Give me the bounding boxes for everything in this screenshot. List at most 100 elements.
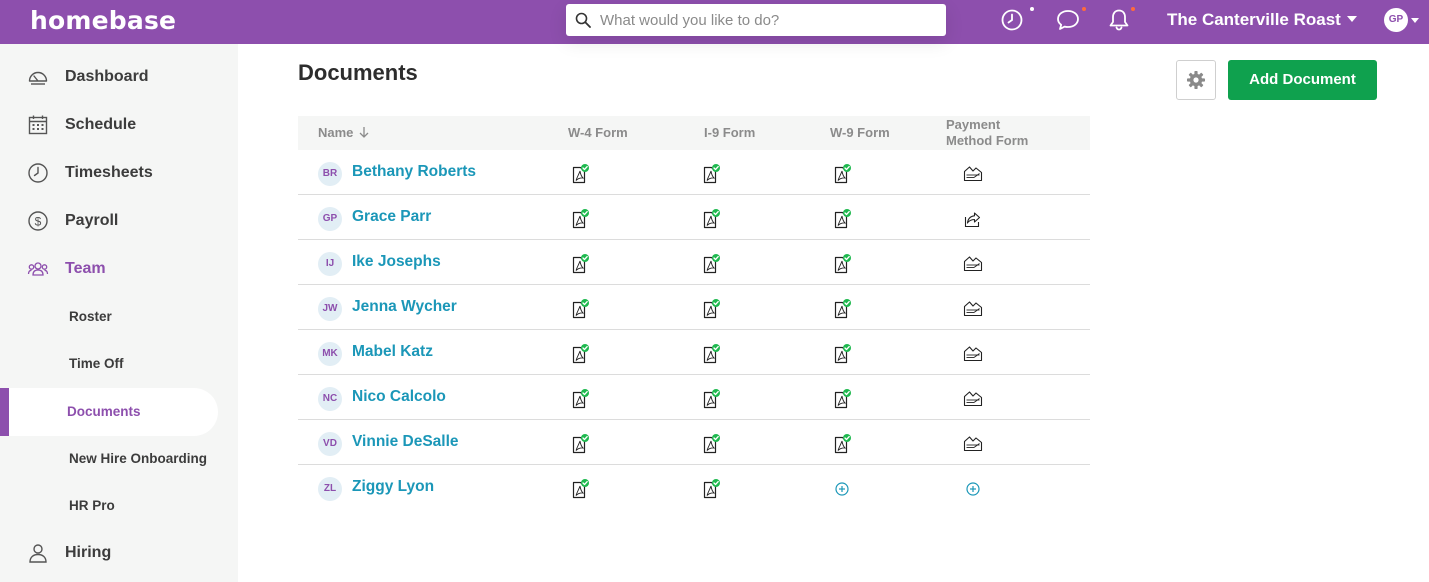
payment-check-icon[interactable] bbox=[962, 343, 984, 365]
column-header-payment-line2: Method Form bbox=[946, 133, 1029, 148]
location-name: The Canterville Roast bbox=[1167, 10, 1341, 29]
i9-completed-document-icon[interactable] bbox=[700, 433, 722, 455]
sidebar-item-payroll[interactable]: $ Payroll bbox=[0, 201, 238, 241]
employee-name-link[interactable]: Bethany Roberts bbox=[352, 163, 476, 181]
sidebar-subitem-time-off[interactable]: Time Off bbox=[0, 344, 238, 384]
user-menu-chevron-icon[interactable] bbox=[1411, 18, 1419, 23]
w9-completed-document-icon[interactable] bbox=[831, 208, 853, 230]
timeclock-icon[interactable] bbox=[999, 7, 1025, 33]
w9-completed-document-icon[interactable] bbox=[831, 253, 853, 275]
w9-completed-document-icon[interactable] bbox=[831, 298, 853, 320]
w9-completed-document-icon[interactable] bbox=[831, 388, 853, 410]
gear-icon bbox=[1187, 71, 1205, 89]
employee-avatar: JW bbox=[318, 297, 342, 321]
active-indicator bbox=[0, 388, 9, 436]
employee-name-link[interactable]: Nico Calcolo bbox=[352, 388, 446, 406]
sidebar-subitem-new-hire-onboarding[interactable]: New Hire Onboarding bbox=[0, 439, 238, 479]
w4-completed-document-icon[interactable] bbox=[569, 208, 591, 230]
sidebar-subitem-label: Time Off bbox=[69, 356, 124, 371]
i9-completed-document-icon[interactable] bbox=[700, 208, 722, 230]
w4-completed-document-icon[interactable] bbox=[569, 388, 591, 410]
clock-icon bbox=[28, 163, 48, 183]
user-avatar[interactable]: GP bbox=[1384, 8, 1408, 32]
payment-check-icon[interactable] bbox=[962, 298, 984, 320]
employee-name-link[interactable]: Ziggy Lyon bbox=[352, 478, 434, 496]
payment-check-icon[interactable] bbox=[962, 163, 984, 185]
i9-completed-document-icon[interactable] bbox=[700, 298, 722, 320]
employee-name-link[interactable]: Jenna Wycher bbox=[352, 298, 457, 316]
table-row: JW Jenna Wycher bbox=[298, 285, 1090, 330]
sidebar-item-label: Payroll bbox=[65, 212, 119, 229]
sidebar-item-schedule[interactable]: Schedule bbox=[0, 105, 238, 145]
team-icon bbox=[27, 262, 49, 276]
column-header-w9: W-9 Form bbox=[830, 125, 890, 140]
payment-share-icon[interactable] bbox=[962, 208, 984, 230]
i9-completed-document-icon[interactable] bbox=[700, 478, 722, 500]
sort-down-arrow-icon bbox=[359, 127, 369, 138]
table-row: VD Vinnie DeSalle bbox=[298, 420, 1090, 465]
sidebar-subitem-documents[interactable]: Documents bbox=[0, 388, 218, 436]
sidebar-subitem-hr-pro[interactable]: HR Pro bbox=[0, 486, 238, 526]
payment-check-icon[interactable] bbox=[962, 388, 984, 410]
w9-add-icon[interactable] bbox=[831, 478, 853, 500]
sidebar-item-team[interactable]: Team bbox=[0, 249, 238, 289]
search-icon bbox=[575, 12, 591, 28]
sidebar-subitem-label: Roster bbox=[69, 309, 112, 324]
top-bar: homebase The Canterville Roast GP bbox=[0, 0, 1429, 44]
w4-completed-document-icon[interactable] bbox=[569, 298, 591, 320]
w9-completed-document-icon[interactable] bbox=[831, 163, 853, 185]
employee-avatar: IJ bbox=[318, 252, 342, 276]
w4-completed-document-icon[interactable] bbox=[569, 433, 591, 455]
search-input[interactable] bbox=[600, 10, 930, 30]
table-row: NC Nico Calcolo bbox=[298, 375, 1090, 420]
payment-add-icon[interactable] bbox=[962, 478, 984, 500]
w4-completed-document-icon[interactable] bbox=[569, 478, 591, 500]
w4-completed-document-icon[interactable] bbox=[569, 343, 591, 365]
column-header-w4: W-4 Form bbox=[568, 125, 628, 140]
i9-completed-document-icon[interactable] bbox=[700, 388, 722, 410]
sidebar-item-label: Schedule bbox=[65, 116, 137, 133]
w4-completed-document-icon[interactable] bbox=[569, 163, 591, 185]
sidebar-item-hiring[interactable]: Hiring bbox=[0, 533, 238, 573]
w9-completed-document-icon[interactable] bbox=[831, 433, 853, 455]
location-selector[interactable]: The Canterville Roast bbox=[1167, 10, 1357, 30]
sidebar-subitem-label: New Hire Onboarding bbox=[69, 451, 208, 466]
search-box[interactable] bbox=[566, 4, 946, 36]
i9-completed-document-icon[interactable] bbox=[700, 163, 722, 185]
sidebar: Dashboard Schedule Timesheets $ Payroll bbox=[0, 44, 238, 582]
sidebar-item-dashboard[interactable]: Dashboard bbox=[0, 57, 238, 97]
sidebar-item-label: Timesheets bbox=[65, 164, 153, 181]
employee-avatar: MK bbox=[318, 342, 342, 366]
chat-icon[interactable] bbox=[1055, 7, 1081, 33]
sidebar-subitem-label: Documents bbox=[67, 404, 141, 419]
person-icon bbox=[29, 544, 47, 563]
employee-avatar: VD bbox=[318, 432, 342, 456]
dashboard-icon bbox=[28, 71, 48, 85]
payment-check-icon[interactable] bbox=[962, 253, 984, 275]
i9-completed-document-icon[interactable] bbox=[700, 253, 722, 275]
settings-button[interactable] bbox=[1176, 60, 1216, 100]
sidebar-item-label: Team bbox=[65, 260, 106, 277]
payment-check-icon[interactable] bbox=[962, 433, 984, 455]
sidebar-item-label: Dashboard bbox=[65, 68, 149, 85]
page-title: Documents bbox=[298, 60, 418, 85]
chevron-down-icon bbox=[1346, 16, 1357, 22]
employee-name-link[interactable]: Mabel Katz bbox=[352, 343, 433, 361]
sidebar-subitem-roster[interactable]: Roster bbox=[0, 297, 238, 337]
employee-name-link[interactable]: Ike Josephs bbox=[352, 253, 441, 271]
column-header-name[interactable]: Name bbox=[318, 125, 369, 140]
employee-name-link[interactable]: Grace Parr bbox=[352, 208, 431, 226]
bell-icon[interactable] bbox=[1106, 7, 1132, 33]
employee-avatar: BR bbox=[318, 162, 342, 186]
sidebar-item-label: Hiring bbox=[65, 544, 112, 561]
table-row: MK Mabel Katz bbox=[298, 330, 1090, 375]
w9-completed-document-icon[interactable] bbox=[831, 343, 853, 365]
add-document-button[interactable]: Add Document bbox=[1228, 60, 1377, 100]
w4-completed-document-icon[interactable] bbox=[569, 253, 591, 275]
i9-completed-document-icon[interactable] bbox=[700, 343, 722, 365]
homebase-logo[interactable]: homebase bbox=[30, 6, 176, 35]
sidebar-item-timesheets[interactable]: Timesheets bbox=[0, 153, 238, 193]
table-header: Name W-4 Form I-9 Form W-9 Form Payment … bbox=[298, 116, 1090, 150]
employee-name-link[interactable]: Vinnie DeSalle bbox=[352, 433, 459, 451]
calendar-icon bbox=[28, 115, 48, 135]
